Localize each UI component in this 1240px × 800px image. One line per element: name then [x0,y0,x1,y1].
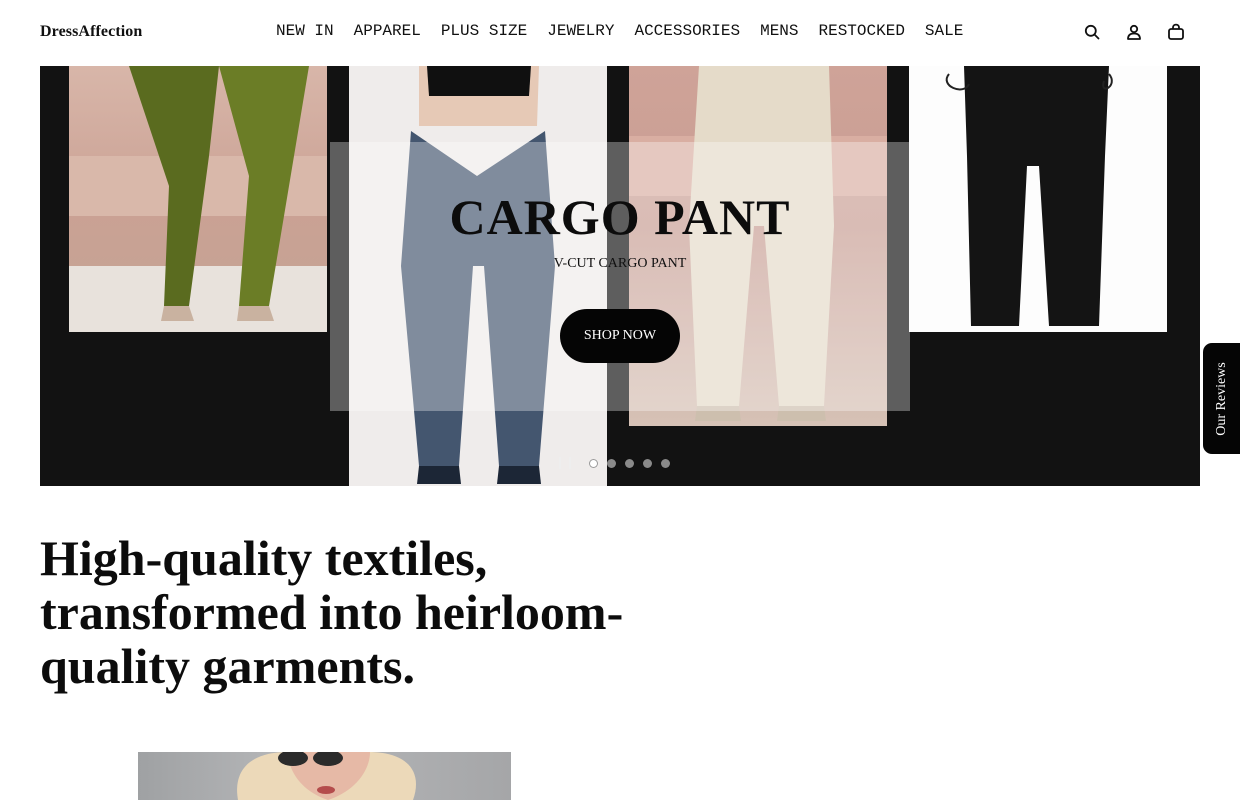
promo-image[interactable] [138,752,511,800]
reviews-tab-label: Our Reviews [1213,361,1229,436]
hero-panel-black [909,66,1200,486]
account-icon[interactable] [1122,20,1146,44]
site-header: DressAffection NEW IN APPAREL PLUS SIZE … [0,0,1240,66]
search-icon[interactable] [1080,20,1104,44]
hero-title: CARGO PANT [449,189,791,245]
hero-text-overlay [330,142,910,411]
nav-sale[interactable]: SALE [925,22,963,40]
pause-icon[interactable] [559,457,571,469]
nav-jewelry[interactable]: JEWELRY [547,22,614,40]
carousel-dot-5[interactable] [661,458,670,468]
carousel-dot-4[interactable] [643,458,652,468]
nav-restocked[interactable]: RESTOCKED [819,22,905,40]
carousel-dot-1[interactable] [589,458,598,468]
cart-icon[interactable] [1164,20,1188,44]
brand-tagline: High-quality textiles, transformed into … [40,530,624,694]
nav-mens[interactable]: MENS [760,22,798,40]
hero-panel-olive [40,66,349,486]
brand-logo[interactable]: DressAffection [40,23,142,41]
nav-new-in[interactable]: NEW IN [276,22,334,40]
hero-carousel: CARGO PANT V-CUT CARGO PANT SHOP NOW [40,66,1200,486]
nav-accessories[interactable]: ACCESSORIES [634,22,740,40]
nav-plus-size[interactable]: PLUS SIZE [441,22,527,40]
reviews-tab[interactable]: Our Reviews [1202,342,1240,455]
carousel-dot-3[interactable] [625,458,634,468]
carousel-dot-2[interactable] [607,458,616,468]
main-nav: NEW IN APPAREL PLUS SIZE JEWELRY ACCESSO… [276,22,963,40]
header-icons [1080,20,1188,44]
carousel-controls [559,457,679,469]
shop-now-button[interactable]: SHOP NOW [560,309,680,363]
hero-subtitle: V-CUT CARGO PANT [553,256,687,271]
nav-apparel[interactable]: APPAREL [354,22,421,40]
